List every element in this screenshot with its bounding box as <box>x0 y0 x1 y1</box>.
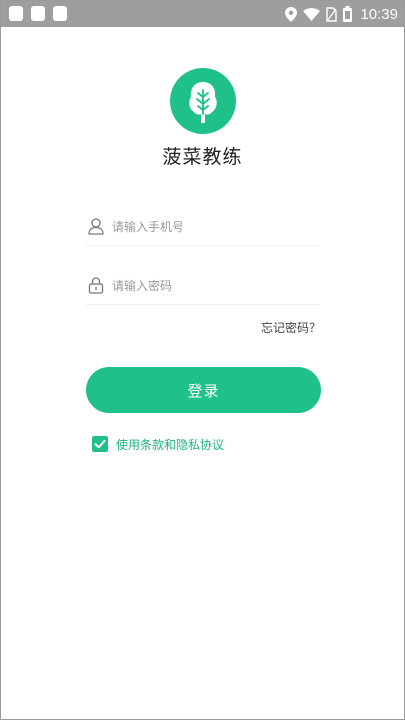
check-icon <box>94 439 106 449</box>
battery-icon <box>343 6 353 22</box>
forgot-password-link[interactable]: 忘记密码？ <box>231 319 321 336</box>
no-sim-icon <box>326 6 338 22</box>
notification-icon <box>31 6 45 21</box>
notification-icon <box>53 6 67 21</box>
status-time: 10:39 <box>360 5 398 23</box>
wifi-icon <box>303 7 321 21</box>
app-logo <box>170 68 236 134</box>
app-name: 菠菜教练 <box>162 146 243 168</box>
agreement-link[interactable]: 使用条款和隐私协议 <box>116 436 224 453</box>
user-icon <box>88 218 104 239</box>
agreement-row[interactable]: 使用条款和隐私协议 <box>92 434 224 454</box>
password-field[interactable] <box>86 268 320 305</box>
lock-icon <box>88 277 104 298</box>
notification-icon <box>9 6 23 21</box>
agreement-checkbox[interactable] <box>92 436 108 452</box>
location-icon <box>285 6 298 22</box>
login-button[interactable]: 登录 <box>86 367 321 413</box>
phone-field[interactable] <box>86 209 320 246</box>
leaf-icon <box>189 82 217 123</box>
password-input[interactable] <box>112 274 312 298</box>
status-bar: 10:39 <box>1 1 404 27</box>
phone-input[interactable] <box>112 215 312 239</box>
